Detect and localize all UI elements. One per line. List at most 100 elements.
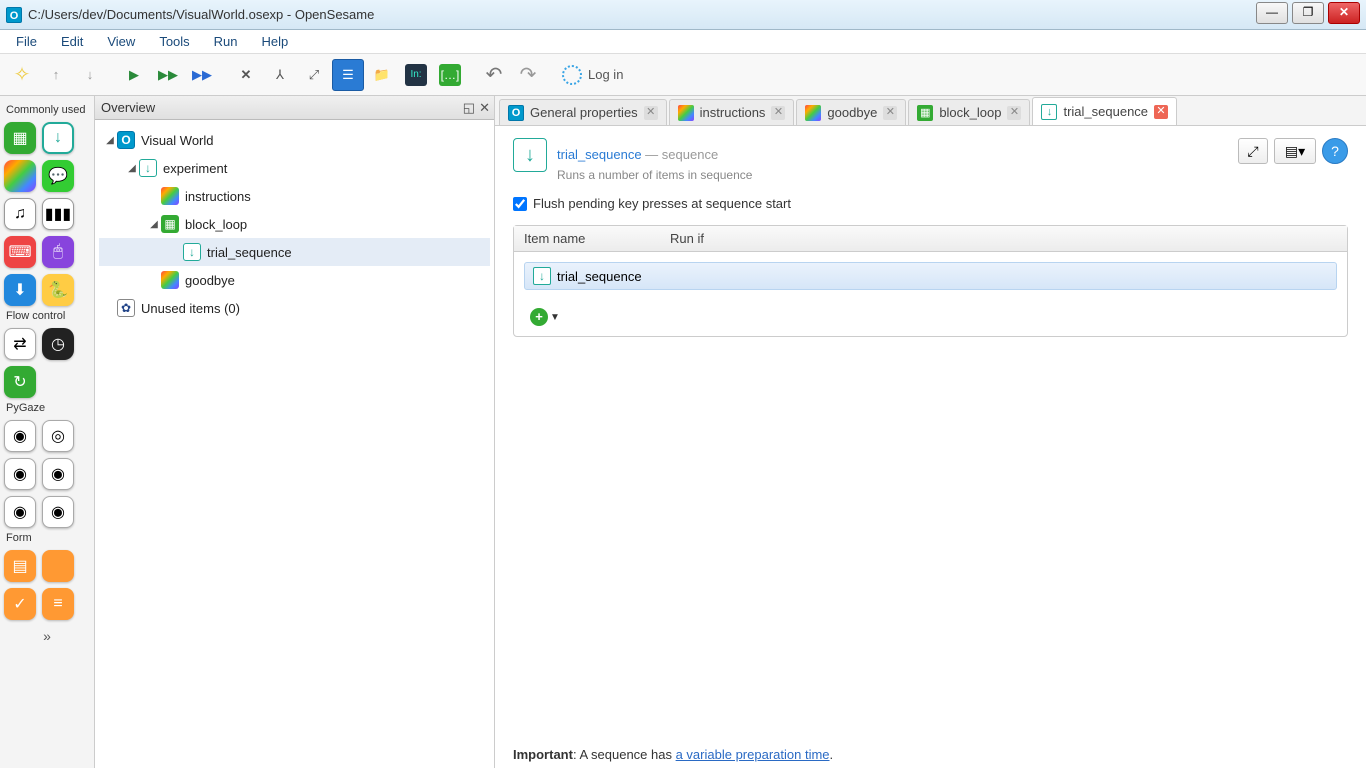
unused-icon: ✿ [117, 299, 135, 317]
tree-block-loop[interactable]: ◢ ▦ block_loop [99, 210, 490, 238]
tab-close-icon[interactable]: ✕ [883, 106, 897, 120]
sequence-icon: ↓ [1041, 104, 1057, 120]
tree-trial-sequence-label: trial_sequence [207, 245, 292, 260]
tab-trial-sequence[interactable]: ↓ trial_sequence ✕ [1032, 97, 1177, 125]
palette-feedback-icon[interactable]: 💬 [42, 160, 74, 192]
tab-close-icon[interactable]: ✕ [1154, 105, 1168, 119]
tree-instructions[interactable]: instructions [99, 182, 490, 210]
palette-more-icon[interactable]: » [4, 628, 90, 644]
palette-sketchpad-icon[interactable] [4, 160, 36, 192]
palette-loop-icon[interactable]: ▦ [4, 122, 36, 154]
help-button[interactable]: ? [1322, 138, 1348, 164]
experiment-icon: O [117, 131, 135, 149]
flush-checkbox[interactable] [513, 197, 527, 211]
filepool-button[interactable]: 📁 [366, 59, 398, 91]
redo-button[interactable]: ↷ [512, 59, 544, 91]
fullscreen-button[interactable]: ⤢ [298, 59, 330, 91]
menu-view[interactable]: View [97, 32, 145, 51]
palette-advanced-delay-icon[interactable]: ◷ [42, 328, 74, 360]
twisty-icon[interactable]: ◢ [147, 219, 161, 230]
view-script-button[interactable]: ▤▾ [1274, 138, 1316, 164]
palette-pygaze-log-icon[interactable]: ◉ [4, 496, 36, 528]
run-quick-button[interactable]: ▶▶ [186, 59, 218, 91]
tree-unused[interactable]: ✿ Unused items (0) [99, 294, 490, 322]
toolbar: ✧ ↑ ↓ ▶ ▶▶ ▶▶ ✕ ⅄ ⤢ ☰ 📁 In: […] ↶ ↷ Log … [0, 54, 1366, 96]
overview-panel: Overview ◱ ✕ ◢ O Visual World ◢ ↓ experi… [95, 96, 495, 768]
palette-form-multiple-icon[interactable]: ✓ [4, 588, 36, 620]
append-item-button[interactable]: + ▼ [530, 308, 1337, 326]
editor-body: trial_sequence — sequence Runs a number … [495, 126, 1366, 768]
footer-link[interactable]: a variable preparation time [676, 747, 830, 762]
editor-title: trial_sequence — sequence [557, 138, 752, 166]
menu-help[interactable]: Help [252, 32, 299, 51]
sequence-row[interactable]: ↓ trial_sequence [524, 262, 1337, 290]
redo-icon: ↷ [520, 62, 537, 87]
palette-sampler-icon[interactable]: ♫ [4, 198, 36, 230]
run-fast-button[interactable]: ▶▶ [152, 59, 184, 91]
palette-repeat-cycle-icon[interactable]: ↻ [4, 366, 36, 398]
tab-general[interactable]: O General properties ✕ [499, 99, 667, 125]
tab-goodbye[interactable]: goodbye ✕ [796, 99, 906, 125]
tree-root[interactable]: ◢ O Visual World [99, 126, 490, 154]
folder-icon: 📁 [374, 67, 390, 83]
undo-button[interactable]: ↶ [478, 59, 510, 91]
palette-pygaze-drift-icon[interactable]: ◎ [42, 420, 74, 452]
twisty-icon[interactable]: ◢ [103, 135, 117, 146]
close-button[interactable]: ✕ [1328, 2, 1360, 24]
tab-instructions-label: instructions [700, 105, 766, 120]
menu-file[interactable]: File [6, 32, 47, 51]
tab-goodbye-label: goodbye [827, 105, 877, 120]
new-button[interactable]: ✧ [6, 59, 38, 91]
minimize-button[interactable]: — [1256, 2, 1288, 24]
kill-button[interactable]: ✕ [230, 59, 262, 91]
play-icon: ▶ [129, 67, 139, 83]
overview-close-icon[interactable]: ✕ [479, 100, 490, 116]
palette-sequence-icon[interactable]: ↓ [42, 122, 74, 154]
arrow-down-icon: ↓ [87, 67, 94, 82]
twisty-icon[interactable]: ◢ [125, 163, 139, 174]
palette-pygaze-start-icon[interactable]: ◉ [4, 458, 36, 490]
run-button[interactable]: ▶ [118, 59, 150, 91]
palette-pygaze-init-icon[interactable]: ◉ [4, 420, 36, 452]
palette-synth-icon[interactable]: ▮▮▮ [42, 198, 74, 230]
palette-logger-icon[interactable]: ⬇ [4, 274, 36, 306]
tab-instructions[interactable]: instructions ✕ [669, 99, 795, 125]
palette-keyboard-icon[interactable]: ⌨ [4, 236, 36, 268]
palette-pygaze-wait-icon[interactable]: ◉ [42, 496, 74, 528]
tab-strip: O General properties ✕ instructions ✕ go… [495, 96, 1366, 126]
overview-header: Overview ◱ ✕ [95, 96, 494, 120]
item-palette: Commonly used ▦ ↓ 💬 ♫ ▮▮▮ ⌨ 🖱 ⬇ 🐍 Flow c… [0, 96, 95, 768]
tree-experiment[interactable]: ◢ ↓ experiment [99, 154, 490, 182]
sequence-large-icon [513, 138, 547, 172]
overview-tree[interactable]: ◢ O Visual World ◢ ↓ experiment instruct… [95, 120, 494, 768]
tab-block-loop[interactable]: ▦ block_loop ✕ [908, 99, 1030, 125]
up-button[interactable]: ↑ [40, 59, 72, 91]
palette-mouse-icon[interactable]: 🖱 [42, 236, 74, 268]
maximize-button[interactable]: ❐ [1292, 2, 1324, 24]
variable-inspector-button[interactable]: […] [434, 59, 466, 91]
brackets-icon: […] [439, 64, 461, 86]
console-button[interactable]: In: [400, 59, 432, 91]
login-button[interactable]: Log in [556, 65, 629, 85]
down-button[interactable]: ↓ [74, 59, 106, 91]
merge-button[interactable]: ⅄ [264, 59, 296, 91]
tab-close-icon[interactable]: ✕ [644, 106, 658, 120]
overview-undock-icon[interactable]: ◱ [463, 100, 475, 116]
tree-trial-sequence[interactable]: ↓ trial_sequence [99, 238, 490, 266]
menu-edit[interactable]: Edit [51, 32, 93, 51]
expand-icon: ⤢ [309, 67, 319, 83]
palette-coroutines-icon[interactable]: ⇄ [4, 328, 36, 360]
palette-pygaze-stop-icon[interactable]: ◉ [42, 458, 74, 490]
tree-goodbye[interactable]: goodbye [99, 266, 490, 294]
menu-tools[interactable]: Tools [149, 32, 199, 51]
menu-run[interactable]: Run [204, 32, 248, 51]
palette-form-base-icon[interactable]: ▤ [4, 550, 36, 582]
palette-form-text-icon[interactable]: ≡ [42, 588, 74, 620]
split-view-button[interactable]: ⤢ [1238, 138, 1268, 164]
palette-inline-script-icon[interactable]: 🐍 [42, 274, 74, 306]
overview-toggle-button[interactable]: ☰ [332, 59, 364, 91]
tab-close-icon[interactable]: ✕ [771, 106, 785, 120]
palette-form-consent-icon[interactable] [42, 550, 74, 582]
terminal-icon: In: [405, 64, 427, 86]
tab-close-icon[interactable]: ✕ [1007, 106, 1021, 120]
